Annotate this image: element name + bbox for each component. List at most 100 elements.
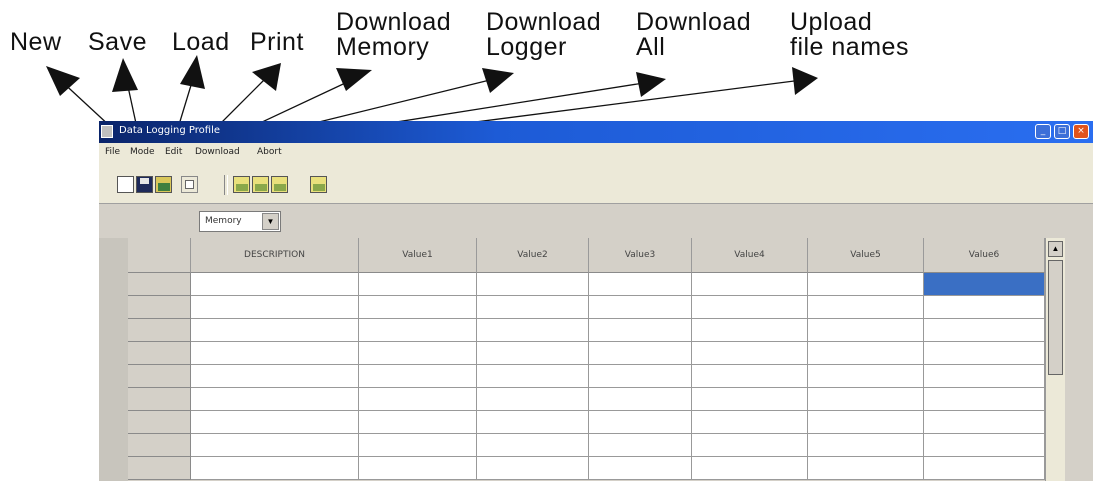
chevron-down-icon[interactable]: ▼ (262, 213, 279, 230)
table-cell[interactable] (191, 296, 359, 319)
table-cell[interactable] (692, 388, 808, 411)
row-header[interactable] (128, 457, 191, 480)
table-cell[interactable] (692, 273, 808, 296)
menu-mode[interactable]: Mode (130, 147, 155, 157)
table-cell[interactable] (808, 388, 924, 411)
table-cell[interactable] (924, 365, 1045, 388)
row-header[interactable] (128, 411, 191, 434)
table-cell[interactable] (477, 296, 589, 319)
table-cell[interactable] (692, 365, 808, 388)
table-cell[interactable] (191, 388, 359, 411)
table-cell[interactable] (808, 434, 924, 457)
table-cell[interactable] (477, 411, 589, 434)
menu-file[interactable]: File (105, 147, 120, 157)
menu-download[interactable]: Download (195, 147, 240, 157)
table-cell[interactable] (692, 342, 808, 365)
column-header-value6[interactable]: Value6 (924, 238, 1045, 273)
column-header-description[interactable]: DESCRIPTION (191, 238, 359, 273)
column-header-value1[interactable]: Value1 (359, 238, 477, 273)
table-cell[interactable] (359, 411, 477, 434)
table-cell[interactable] (692, 296, 808, 319)
table-cell[interactable] (191, 411, 359, 434)
table-cell[interactable] (477, 342, 589, 365)
table-cell[interactable] (692, 457, 808, 480)
new-icon[interactable] (117, 176, 134, 193)
table-cell[interactable] (477, 457, 589, 480)
table-cell[interactable] (477, 273, 589, 296)
table-cell[interactable] (589, 457, 692, 480)
table-cell[interactable] (589, 411, 692, 434)
menu-edit[interactable]: Edit (165, 147, 182, 157)
table-cell[interactable] (359, 457, 477, 480)
table-cell[interactable] (359, 342, 477, 365)
table-cell[interactable] (589, 365, 692, 388)
table-cell[interactable] (808, 457, 924, 480)
table-cell[interactable] (924, 411, 1045, 434)
table-cell[interactable] (924, 434, 1045, 457)
menu-abort[interactable]: Abort (257, 147, 282, 157)
print-icon[interactable] (181, 176, 198, 193)
row-header[interactable] (128, 319, 191, 342)
load-icon[interactable] (155, 176, 172, 193)
table-cell[interactable] (191, 434, 359, 457)
table-cell[interactable] (359, 434, 477, 457)
table-cell[interactable] (477, 388, 589, 411)
table-cell[interactable] (692, 319, 808, 342)
maximize-button[interactable]: □ (1054, 124, 1070, 139)
row-header[interactable] (128, 296, 191, 319)
column-header-value3[interactable]: Value3 (589, 238, 692, 273)
table-cell[interactable] (191, 365, 359, 388)
table-cell[interactable] (924, 296, 1045, 319)
vertical-scrollbar[interactable]: ▲ (1045, 238, 1065, 481)
table-cell[interactable] (589, 388, 692, 411)
table-cell[interactable] (589, 273, 692, 296)
table-cell[interactable] (191, 319, 359, 342)
scroll-thumb[interactable] (1048, 260, 1063, 375)
row-header[interactable] (128, 273, 191, 296)
table-cell[interactable] (359, 388, 477, 411)
table-cell[interactable] (692, 411, 808, 434)
table-cell[interactable] (477, 319, 589, 342)
table-cell[interactable] (589, 319, 692, 342)
table-cell[interactable] (692, 434, 808, 457)
table-cell[interactable] (924, 388, 1045, 411)
table-cell[interactable] (359, 296, 477, 319)
download-all-icon[interactable] (271, 176, 288, 193)
row-header[interactable] (128, 434, 191, 457)
table-cell[interactable] (191, 273, 359, 296)
table-cell[interactable] (191, 457, 359, 480)
table-cell[interactable] (589, 342, 692, 365)
minimize-button[interactable]: _ (1035, 124, 1051, 139)
close-button[interactable]: × (1073, 124, 1089, 139)
table-cell[interactable] (808, 411, 924, 434)
column-header-value4[interactable]: Value4 (692, 238, 808, 273)
column-header-value5[interactable]: Value5 (808, 238, 924, 273)
table-cell[interactable] (924, 342, 1045, 365)
table-cell[interactable] (191, 342, 359, 365)
upload-file-names-icon[interactable] (310, 176, 327, 193)
table-cell[interactable] (359, 273, 477, 296)
table-cell[interactable] (477, 365, 589, 388)
table-cell[interactable] (589, 434, 692, 457)
row-header[interactable] (128, 388, 191, 411)
column-header-value2[interactable]: Value2 (477, 238, 589, 273)
source-select[interactable]: Memory ▼ (199, 211, 281, 232)
table-cell[interactable] (924, 457, 1045, 480)
table-cell[interactable] (359, 319, 477, 342)
download-memory-icon[interactable] (233, 176, 250, 193)
table-cell[interactable] (808, 365, 924, 388)
title-bar[interactable]: Data Logging Profile _ □ × (99, 121, 1093, 143)
table-cell[interactable] (924, 273, 1045, 296)
table-cell[interactable] (589, 296, 692, 319)
save-icon[interactable] (136, 176, 153, 193)
table-cell[interactable] (808, 273, 924, 296)
table-cell[interactable] (359, 365, 477, 388)
table-cell[interactable] (924, 319, 1045, 342)
table-cell[interactable] (808, 319, 924, 342)
row-header[interactable] (128, 342, 191, 365)
scroll-up-arrow-icon[interactable]: ▲ (1048, 241, 1063, 257)
table-cell[interactable] (477, 434, 589, 457)
row-header[interactable] (128, 365, 191, 388)
table-cell[interactable] (808, 296, 924, 319)
table-cell[interactable] (808, 342, 924, 365)
